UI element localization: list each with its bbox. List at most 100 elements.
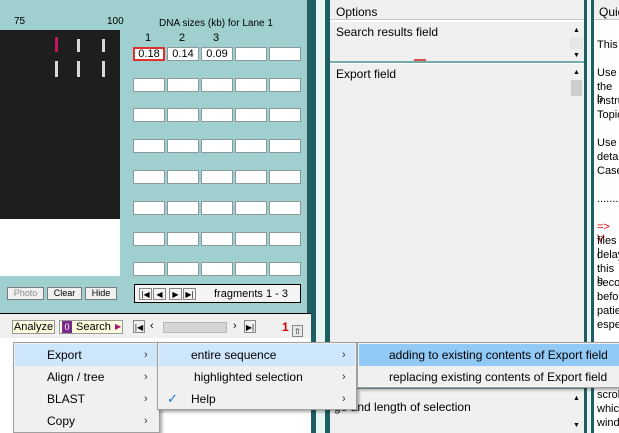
size-cell[interactable]: [201, 232, 233, 246]
chevron-right-icon: ›: [144, 371, 148, 383]
prev-fragment-icon[interactable]: ◀: [153, 288, 166, 300]
menu-item-copy[interactable]: Copy ›: [15, 410, 158, 432]
menu-item-export[interactable]: Export ›: [15, 344, 158, 366]
ruler-tick-100: 100: [107, 16, 124, 27]
menu-label: adding to existing contents of Export fi…: [389, 348, 608, 362]
last-fragment-icon[interactable]: ▶|: [183, 288, 196, 300]
size-cell[interactable]: [235, 262, 267, 276]
menu-item-align-tree[interactable]: Align / tree ›: [15, 366, 158, 388]
photo-button[interactable]: Photo: [7, 287, 44, 300]
first-fragment-icon[interactable]: |◀: [139, 288, 152, 300]
menu-item-help[interactable]: ✓ Help ›: [159, 388, 355, 410]
clear-button[interactable]: Clear: [47, 287, 82, 300]
menu-item-adding-to-existing[interactable]: adding to existing contents of Export fi…: [359, 344, 619, 366]
menu-label: Export: [47, 348, 82, 362]
size-cell[interactable]: [269, 201, 301, 215]
analyze-button[interactable]: Analyze: [12, 320, 55, 334]
quick-help-line: Case: [597, 165, 619, 177]
page-scroll-track[interactable]: [163, 322, 227, 333]
size-cell[interactable]: [235, 170, 267, 184]
size-cell[interactable]: [269, 262, 301, 276]
size-value: 0.18: [138, 48, 160, 60]
size-cell[interactable]: [269, 78, 301, 92]
gel-band: [102, 61, 105, 77]
size-cell[interactable]: [133, 170, 165, 184]
export-field-label: Export field: [336, 67, 397, 81]
scrollbar-thumb[interactable]: [571, 80, 582, 96]
gel-band: [55, 61, 58, 77]
size-cell[interactable]: [269, 47, 301, 61]
size-cell[interactable]: [201, 108, 233, 122]
size-cell[interactable]: [201, 139, 233, 153]
size-cell[interactable]: [235, 78, 267, 92]
size-cell[interactable]: [201, 201, 233, 215]
column-number-3: 3: [213, 32, 220, 44]
size-cell[interactable]: [201, 262, 233, 276]
size-cell[interactable]: [235, 139, 267, 153]
menu-label: Align / tree: [47, 370, 105, 384]
size-cell-selected[interactable]: 0.18: [133, 47, 165, 61]
size-cell[interactable]: [133, 232, 165, 246]
size-cell[interactable]: [167, 201, 199, 215]
menu-item-entire-sequence[interactable]: entire sequence ›: [159, 344, 355, 366]
scroll-up-icon[interactable]: ▲: [570, 66, 583, 79]
last-page-icon[interactable]: ▶|: [244, 320, 256, 333]
size-cell[interactable]: [269, 139, 301, 153]
hide-label: Hide: [91, 288, 111, 298]
search-results-field[interactable]: Search results field ▲ ▼: [330, 22, 584, 62]
size-cell[interactable]: [269, 232, 301, 246]
size-cell[interactable]: [269, 108, 301, 122]
size-cell[interactable]: 0.09: [201, 47, 233, 61]
quick-title: Quic: [599, 5, 619, 19]
column-number-1: 1: [145, 32, 152, 44]
size-cell[interactable]: [235, 232, 267, 246]
hide-button[interactable]: Hide: [85, 287, 117, 300]
scrollbar-track[interactable]: [570, 37, 583, 49]
quick-help-line: delay: [597, 249, 619, 261]
size-cell[interactable]: [235, 47, 267, 61]
size-cell[interactable]: 0.14: [167, 47, 199, 61]
gel-band: [77, 39, 80, 52]
search-button[interactable]: 0 Search ▶: [59, 320, 123, 334]
menu-item-replacing-existing[interactable]: replacing existing contents of Export fi…: [359, 366, 619, 388]
next-fragment-icon[interactable]: ▶: [169, 288, 182, 300]
size-cell[interactable]: [167, 139, 199, 153]
scroll-to-top-icon[interactable]: ⇧: [292, 325, 303, 337]
size-cell[interactable]: [235, 201, 267, 215]
size-value: 0.14: [172, 48, 194, 60]
scroll-up-icon[interactable]: ▲: [570, 24, 583, 37]
size-cell[interactable]: [201, 78, 233, 92]
next-page-icon[interactable]: ›: [233, 320, 237, 332]
size-cell[interactable]: [235, 108, 267, 122]
gel-band: [102, 39, 105, 52]
quick-help-line: seco: [597, 277, 619, 289]
export-field[interactable]: Export field ▲: [330, 64, 584, 347]
scroll-down-icon[interactable]: ▼: [570, 419, 583, 432]
size-cell[interactable]: [167, 262, 199, 276]
menu-item-blast[interactable]: BLAST ›: [15, 388, 158, 410]
checkmark-icon: ✓: [167, 391, 178, 406]
size-cell[interactable]: [133, 201, 165, 215]
options-header: Options: [330, 0, 584, 20]
size-cell[interactable]: [133, 78, 165, 92]
size-cell[interactable]: [133, 108, 165, 122]
size-cell[interactable]: [167, 170, 199, 184]
size-cell[interactable]: [167, 78, 199, 92]
size-cell[interactable]: [133, 262, 165, 276]
column-number-2: 2: [179, 32, 186, 44]
menu-item-highlighted-selection[interactable]: highlighted selection ›: [159, 366, 355, 388]
context-menu: Export › Align / tree › BLAST › Copy ›: [13, 342, 160, 433]
gel-panel: 75 100 DNA sizes (kb) for Lane 1 1 2 3 0…: [0, 0, 311, 313]
first-page-icon[interactable]: |◀: [133, 320, 145, 333]
size-cell[interactable]: [201, 170, 233, 184]
export-submenu: entire sequence › highlighted selection …: [157, 342, 357, 410]
scroll-up-icon[interactable]: ▲: [570, 392, 583, 405]
divider-grip: [414, 59, 426, 61]
panel-divider[interactable]: [330, 61, 584, 63]
size-cell[interactable]: [167, 108, 199, 122]
prev-page-icon[interactable]: ‹: [150, 320, 154, 332]
size-cell[interactable]: [167, 232, 199, 246]
size-cell[interactable]: [269, 170, 301, 184]
selection-info-field[interactable]: ge and length of selection ▲ ▼: [330, 390, 584, 433]
size-cell[interactable]: [133, 139, 165, 153]
